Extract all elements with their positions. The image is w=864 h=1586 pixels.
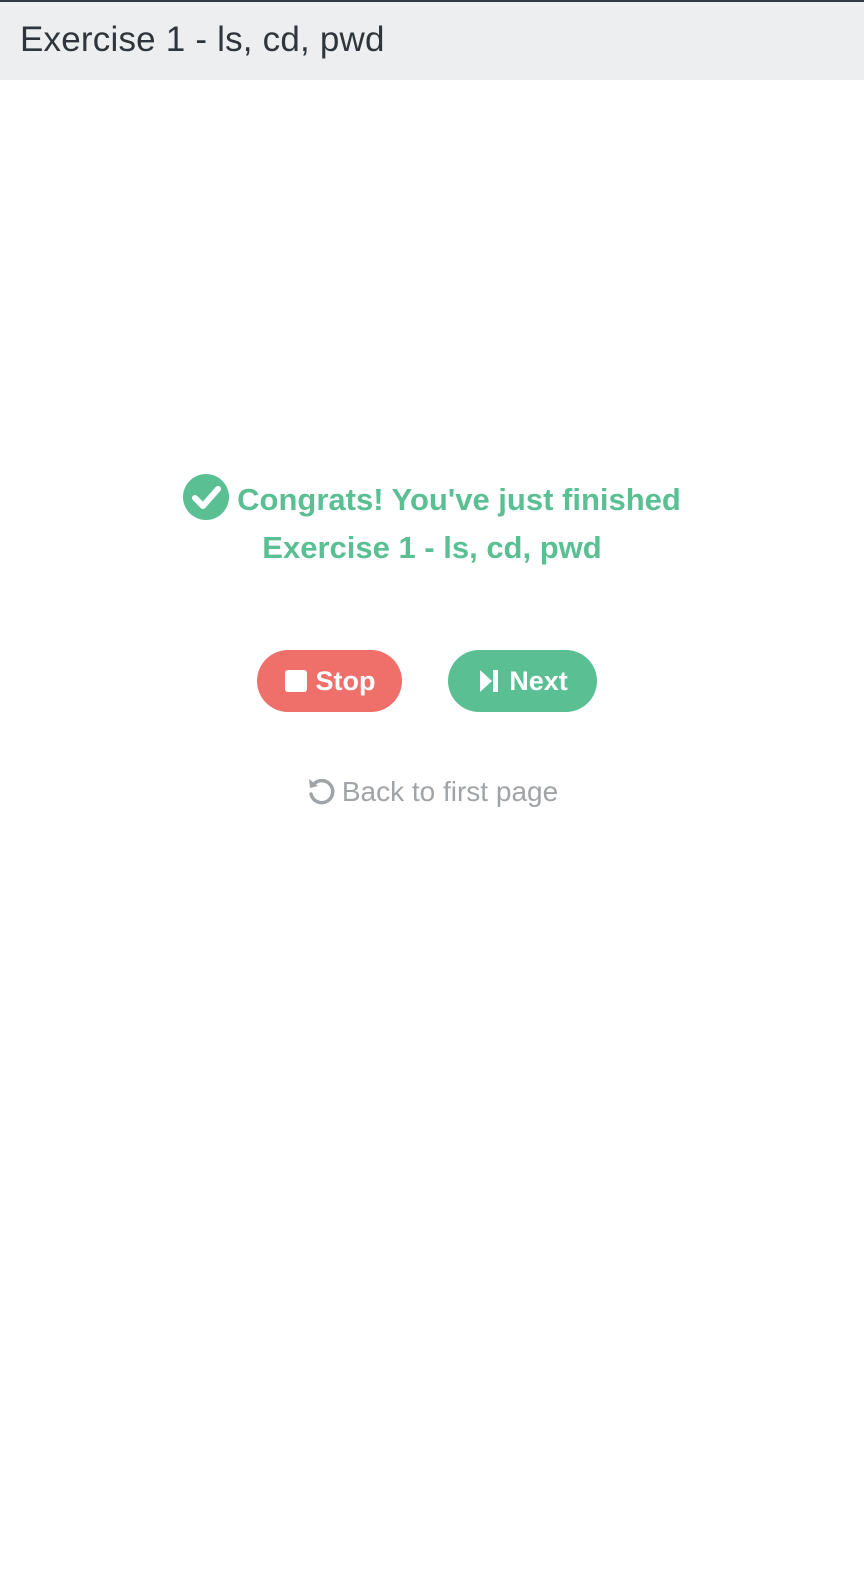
completion-line-1: Congrats! You've just finished bbox=[0, 474, 864, 524]
stop-button-label: Stop bbox=[315, 665, 376, 696]
page-title: Exercise 1 - ls, cd, pwd bbox=[20, 20, 385, 59]
undo-icon bbox=[308, 778, 335, 805]
stop-icon bbox=[284, 670, 307, 692]
completion-line-2: Exercise 1 - ls, cd, pwd bbox=[262, 530, 602, 565]
check-circle-icon bbox=[183, 474, 230, 520]
next-button-label: Next bbox=[509, 665, 568, 696]
completion-message: Congrats! You've just finished Exercise … bbox=[0, 474, 864, 572]
action-buttons: Stop Next bbox=[0, 650, 864, 712]
top-bar: Exercise 1 - ls, cd, pwd bbox=[0, 2, 864, 80]
stop-button[interactable]: Stop bbox=[257, 650, 402, 712]
back-link-label: Back to first page bbox=[341, 776, 559, 807]
back-to-first-page-link[interactable]: Back to first page bbox=[0, 772, 864, 812]
app-frame: Exercise 1 - ls, cd, pwd Congrats! You'v… bbox=[0, 0, 864, 1586]
next-button[interactable]: Next bbox=[448, 650, 597, 712]
completion-text-1: Congrats! You've just finished bbox=[237, 482, 681, 517]
step-forward-icon bbox=[480, 670, 499, 692]
